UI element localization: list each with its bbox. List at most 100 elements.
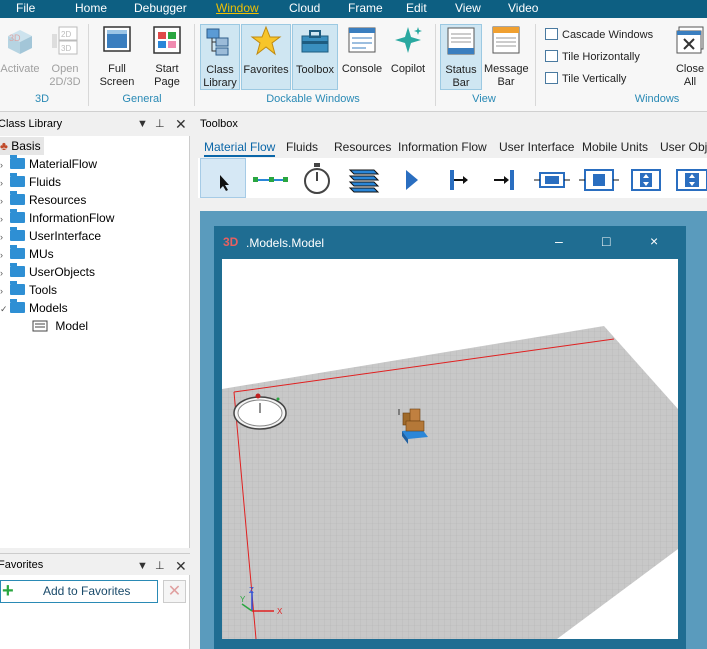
drain-tool[interactable]	[435, 158, 481, 198]
tree-item-model[interactable]: Model	[32, 317, 88, 335]
tab-mobile-units[interactable]: Mobile Units	[582, 140, 648, 154]
tree-root-basis[interactable]: ♣ Basis	[0, 137, 44, 155]
tree-item[interactable]: › UserInterface	[0, 227, 101, 245]
tree-root-label: Basis	[11, 139, 41, 153]
tree-item[interactable]: › InformationFlow	[0, 209, 114, 227]
start-page-button[interactable]: Start Page	[146, 24, 188, 89]
model-window-title: .Models.Model	[246, 236, 325, 250]
ribbon-separator	[435, 24, 436, 106]
copilot-button[interactable]: Copilot	[386, 24, 430, 76]
menu-view[interactable]: View	[455, 1, 481, 15]
store-icon	[676, 169, 707, 191]
toolbox-button[interactable]: Toolbox	[292, 24, 338, 90]
menu-frame[interactable]: Frame	[348, 1, 383, 15]
full-screen-button[interactable]: Full Screen	[96, 24, 138, 89]
tab-user-interface[interactable]: User Interface	[499, 140, 574, 154]
folder-icon	[10, 173, 25, 187]
class-library-title: Class Library	[0, 118, 63, 130]
store-tool[interactable]	[670, 158, 707, 198]
assembly-tool[interactable]	[576, 158, 622, 198]
frame-tool[interactable]	[341, 158, 387, 198]
3d-viewport[interactable]: Z X Y	[222, 259, 678, 639]
message-bar-button[interactable]: Message Bar	[484, 24, 529, 89]
tree-item[interactable]: › Resources	[0, 191, 86, 209]
tab-resources[interactable]: Resources	[334, 140, 391, 154]
window-minimize-button[interactable]: –	[555, 233, 563, 249]
menu-home[interactable]: Home	[75, 1, 107, 15]
menu-window[interactable]: Window	[216, 1, 259, 15]
open-2d3d-button[interactable]: 2D 3D Open 2D/3D	[46, 24, 84, 89]
cascade-windows-button[interactable]: Cascade Windows	[545, 28, 653, 41]
tab-fluids[interactable]: Fluids	[286, 140, 318, 154]
tree-item[interactable]: › MUs	[0, 245, 54, 263]
close-all-button[interactable]: Close All	[670, 24, 707, 89]
tree-item[interactable]: › Fluids	[0, 173, 61, 191]
tree-item[interactable]: ✓ Models	[0, 299, 68, 317]
panel-menu-chevron-icon[interactable]: ▼	[137, 560, 148, 572]
close-all-label: Close All	[675, 63, 705, 88]
panel-close-icon[interactable]: ✕	[175, 558, 187, 575]
folder-icon	[10, 263, 25, 277]
pin-icon[interactable]: ⊥	[155, 559, 165, 572]
menu-bar: File Home Debugger Window Cloud Frame Ed…	[0, 0, 707, 18]
dismantle-tool[interactable]	[623, 158, 669, 198]
event-controller-tool[interactable]	[294, 158, 340, 198]
library-root-icon: ♣	[0, 139, 8, 153]
pin-icon[interactable]: ⊥	[155, 117, 165, 130]
tree-item[interactable]: › Tools	[0, 281, 57, 299]
tree-item[interactable]: › UserObjects	[0, 263, 95, 281]
folder-icon	[10, 299, 25, 313]
console-button[interactable]: Console	[340, 24, 384, 76]
cascade-icon	[545, 28, 558, 40]
mdi-workspace: 3D .Models.Model – □ × Z X Y	[200, 211, 707, 649]
add-to-favorites-button[interactable]: + Add to Favorites	[0, 580, 158, 603]
parallel-proc-tool[interactable]	[529, 158, 575, 198]
favorites-header: Favorites ▼ ⊥ ✕	[0, 553, 190, 575]
menu-edit[interactable]: Edit	[406, 1, 427, 15]
expand-chevron-icon[interactable]: ›	[0, 156, 10, 174]
panel-menu-chevron-icon[interactable]: ▼	[137, 118, 148, 130]
menu-video[interactable]: Video	[508, 1, 538, 15]
single-proc-tool[interactable]	[482, 158, 528, 198]
panel-close-icon[interactable]: ✕	[175, 116, 187, 133]
folder-icon	[10, 245, 25, 259]
class-library-button[interactable]: Class Library	[200, 24, 240, 90]
tile-vertically-button[interactable]: Tile Vertically	[545, 72, 626, 85]
tab-material-flow[interactable]: Material Flow	[204, 140, 276, 157]
source-tool[interactable]	[388, 158, 434, 198]
expand-chevron-icon[interactable]: ›	[0, 192, 10, 210]
tile-horizontal-icon	[545, 50, 558, 62]
remove-x-icon: ✕	[167, 583, 182, 600]
tab-information-flow[interactable]: Information Flow	[398, 140, 487, 154]
expand-chevron-icon[interactable]: ›	[0, 174, 10, 192]
pointer-tool[interactable]	[200, 158, 246, 198]
window-3d-badge: 3D	[223, 235, 239, 249]
favorites-button[interactable]: Favorites	[241, 24, 291, 90]
arrow-bar-icon	[494, 170, 514, 190]
class-library-icon	[206, 28, 229, 56]
expand-chevron-icon[interactable]: ›	[0, 264, 10, 282]
tree-item-label: InformationFlow	[29, 211, 115, 225]
tile-vertical-icon	[545, 72, 558, 84]
expand-chevron-icon[interactable]: ›	[0, 228, 10, 246]
activate-button[interactable]: 3D Activate	[0, 24, 40, 76]
menu-cloud[interactable]: Cloud	[289, 1, 320, 15]
connector-tool[interactable]	[247, 158, 293, 198]
window-close-button[interactable]: ×	[650, 233, 658, 249]
collapse-chevron-icon[interactable]: ✓	[0, 300, 10, 318]
menu-debugger[interactable]: Debugger	[134, 1, 187, 15]
tile-horizontally-button[interactable]: Tile Horizontally	[545, 50, 640, 63]
station-icon	[534, 172, 570, 188]
cascade-windows-label: Cascade Windows	[562, 29, 654, 41]
expand-chevron-icon[interactable]: ›	[0, 282, 10, 300]
menu-file[interactable]: File	[16, 1, 35, 15]
window-maximize-button[interactable]: □	[602, 233, 610, 249]
toolbox-items	[198, 158, 707, 198]
expand-chevron-icon[interactable]: ›	[0, 210, 10, 228]
tile-vertically-label: Tile Vertically	[562, 73, 627, 85]
tree-item[interactable]: › MaterialFlow	[0, 155, 97, 173]
tab-user-objects[interactable]: User Obje	[660, 140, 707, 154]
remove-favorite-button[interactable]: ✕	[163, 580, 186, 603]
status-bar-button[interactable]: Status Bar	[440, 24, 482, 90]
expand-chevron-icon[interactable]: ›	[0, 246, 10, 264]
